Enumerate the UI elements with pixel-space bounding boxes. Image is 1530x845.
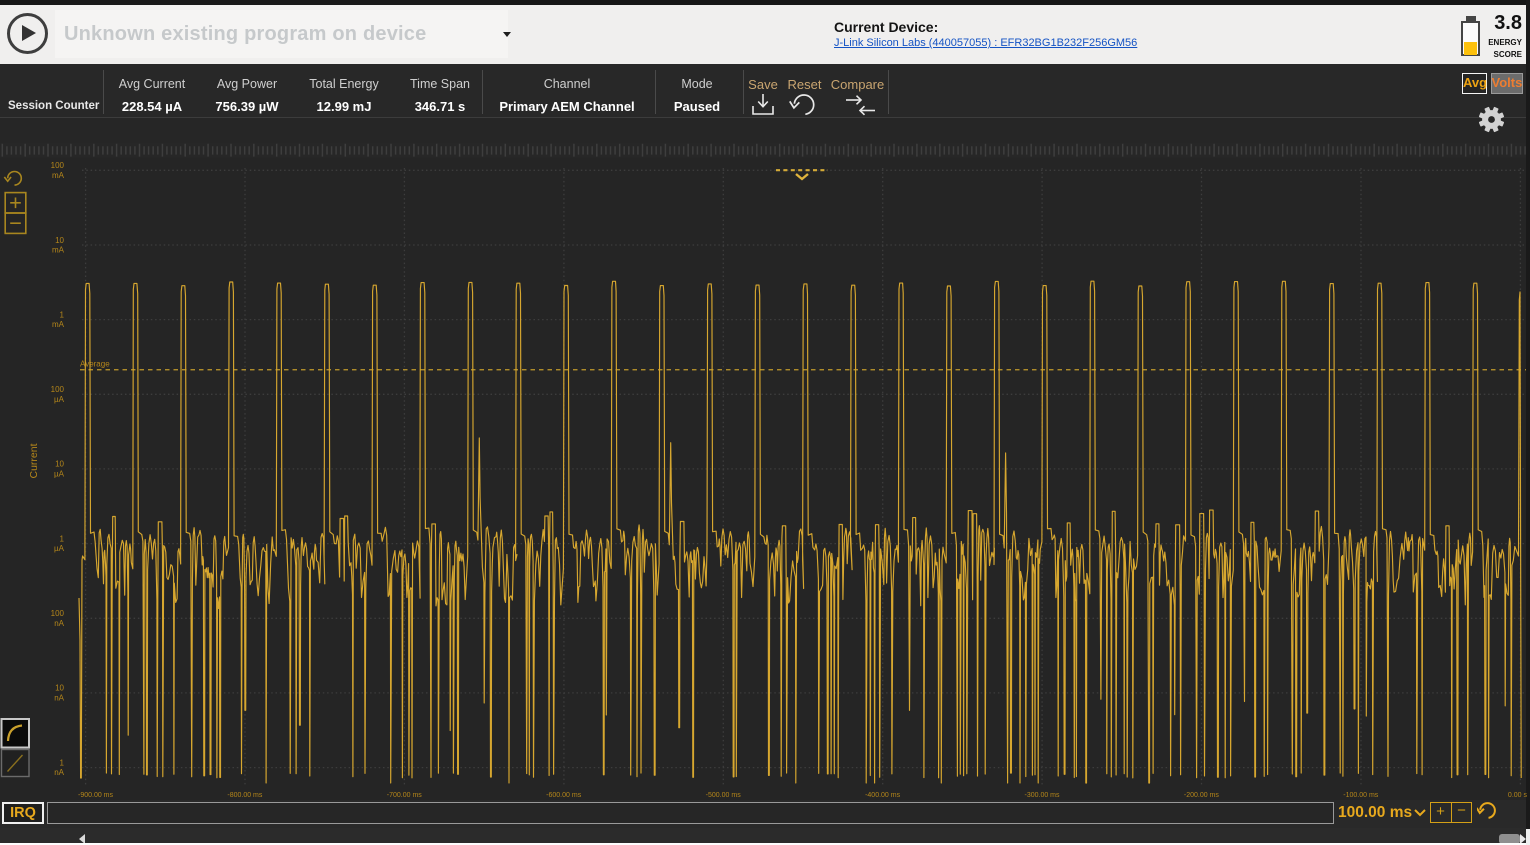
svg-text:10: 10 [55, 236, 64, 245]
svg-text:1: 1 [60, 758, 65, 767]
svg-text:µA: µA [54, 470, 65, 479]
svg-text:nA: nA [54, 768, 64, 777]
svg-text:-800.00 ms: -800.00 ms [227, 792, 263, 799]
svg-text:-500.00 ms: -500.00 ms [706, 792, 742, 799]
svg-text:100: 100 [51, 609, 65, 618]
svg-text:10: 10 [55, 684, 64, 693]
svg-text:-400.00 ms: -400.00 ms [865, 792, 901, 799]
svg-text:mA: mA [52, 320, 65, 329]
svg-text:mA: mA [52, 246, 65, 255]
svg-text:mA: mA [52, 171, 65, 180]
svg-text:100: 100 [51, 385, 65, 394]
svg-text:-600.00 ms: -600.00 ms [546, 792, 582, 799]
svg-text:-300.00 ms: -300.00 ms [1024, 792, 1060, 799]
svg-text:100: 100 [51, 161, 65, 170]
svg-text:10: 10 [55, 460, 64, 469]
svg-text:1: 1 [60, 310, 65, 319]
svg-text:µA: µA [54, 544, 65, 553]
svg-text:µA: µA [54, 395, 65, 404]
svg-text:-900.00 ms: -900.00 ms [78, 792, 114, 799]
svg-text:-700.00 ms: -700.00 ms [387, 792, 423, 799]
svg-text:0.00 s: 0.00 s [1508, 792, 1528, 799]
svg-text:Average: Average [80, 360, 110, 369]
svg-text:1: 1 [60, 534, 65, 543]
svg-text:-200.00 ms: -200.00 ms [1184, 792, 1220, 799]
svg-text:nA: nA [54, 619, 64, 628]
svg-text:-100.00 ms: -100.00 ms [1343, 792, 1379, 799]
svg-text:nA: nA [54, 694, 64, 703]
svg-text:Current: Current [28, 443, 40, 478]
